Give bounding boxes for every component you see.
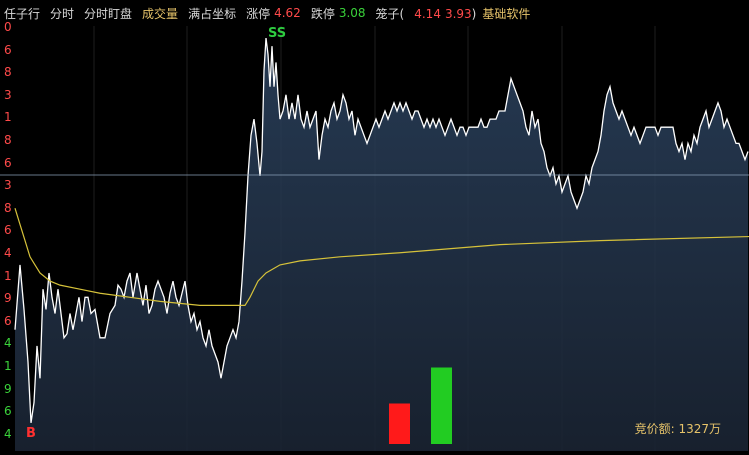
axis-tick-label: 8 bbox=[4, 200, 12, 215]
chart-svg bbox=[0, 26, 749, 451]
axis-tick-label: 1 bbox=[4, 359, 12, 373]
tab-fenshi[interactable]: 分时 bbox=[50, 5, 74, 22]
sell-marker: SS bbox=[268, 26, 287, 41]
axis-tick-label: 6 bbox=[4, 223, 12, 238]
software-label[interactable]: 基础软件 bbox=[482, 5, 530, 22]
cage-low: 4.14 bbox=[414, 6, 441, 21]
limit-up-value: 4.62 bbox=[274, 6, 301, 20]
stock-name[interactable]: 任子行 bbox=[4, 5, 40, 22]
intraday-chart[interactable]: 0 6 8 3 1 8 6 3 8 6 4 1 9 6 4 1 9 6 4 SS B 竞价额: 1327万 bbox=[0, 20, 749, 451]
axis-tick-label: 9 bbox=[4, 381, 12, 396]
limit-down-label: 跌停 bbox=[310, 6, 335, 21]
tab-volume[interactable]: 成交量 bbox=[142, 5, 178, 22]
axis-tick-label: 1 bbox=[4, 268, 12, 283]
axis-tick-label: 8 bbox=[4, 65, 12, 80]
axis-tick-label: 6 bbox=[4, 155, 12, 170]
chart-header: 任子行 分时 分时盯盘 成交量 满占坐标 涨停 4.62 跌停 3.08 笼子(… bbox=[0, 0, 749, 26]
axis-tick-label: 4 bbox=[4, 246, 12, 260]
axis-tick-label: 4 bbox=[4, 426, 12, 441]
axis-tick-label: 9 bbox=[4, 291, 12, 306]
axis-tick-label: 6 bbox=[4, 42, 12, 57]
axis-tick-label: 0 bbox=[4, 20, 12, 34]
axis-tick-label: 1 bbox=[4, 110, 12, 125]
axis-tick-label: 6 bbox=[4, 313, 12, 328]
axis-tick-label: 8 bbox=[4, 133, 12, 147]
axis-tick-label: 6 bbox=[4, 404, 12, 419]
axis-tick-label: 3 bbox=[4, 87, 12, 102]
tab-fenshi-dingpan[interactable]: 分时盯盘 bbox=[84, 5, 132, 22]
limit-up-label: 涨停 bbox=[246, 6, 271, 21]
axis-tick-label: 3 bbox=[4, 178, 12, 193]
price-area-fill bbox=[15, 38, 748, 451]
volume-bar-sell bbox=[389, 403, 410, 444]
limit-down-value: 3.08 bbox=[338, 6, 366, 20]
tab-full-scale[interactable]: 满占坐标 bbox=[188, 5, 236, 22]
cage-label: 笼子(4.14 3.93) bbox=[375, 6, 477, 21]
axis-tick-label: 4 bbox=[4, 336, 12, 351]
bid-amount: 竞价额: 1327万 bbox=[634, 422, 721, 436]
volume-bar-buy bbox=[431, 367, 452, 444]
cage-high: 3.93 bbox=[444, 6, 472, 21]
buy-marker: B bbox=[26, 426, 36, 441]
